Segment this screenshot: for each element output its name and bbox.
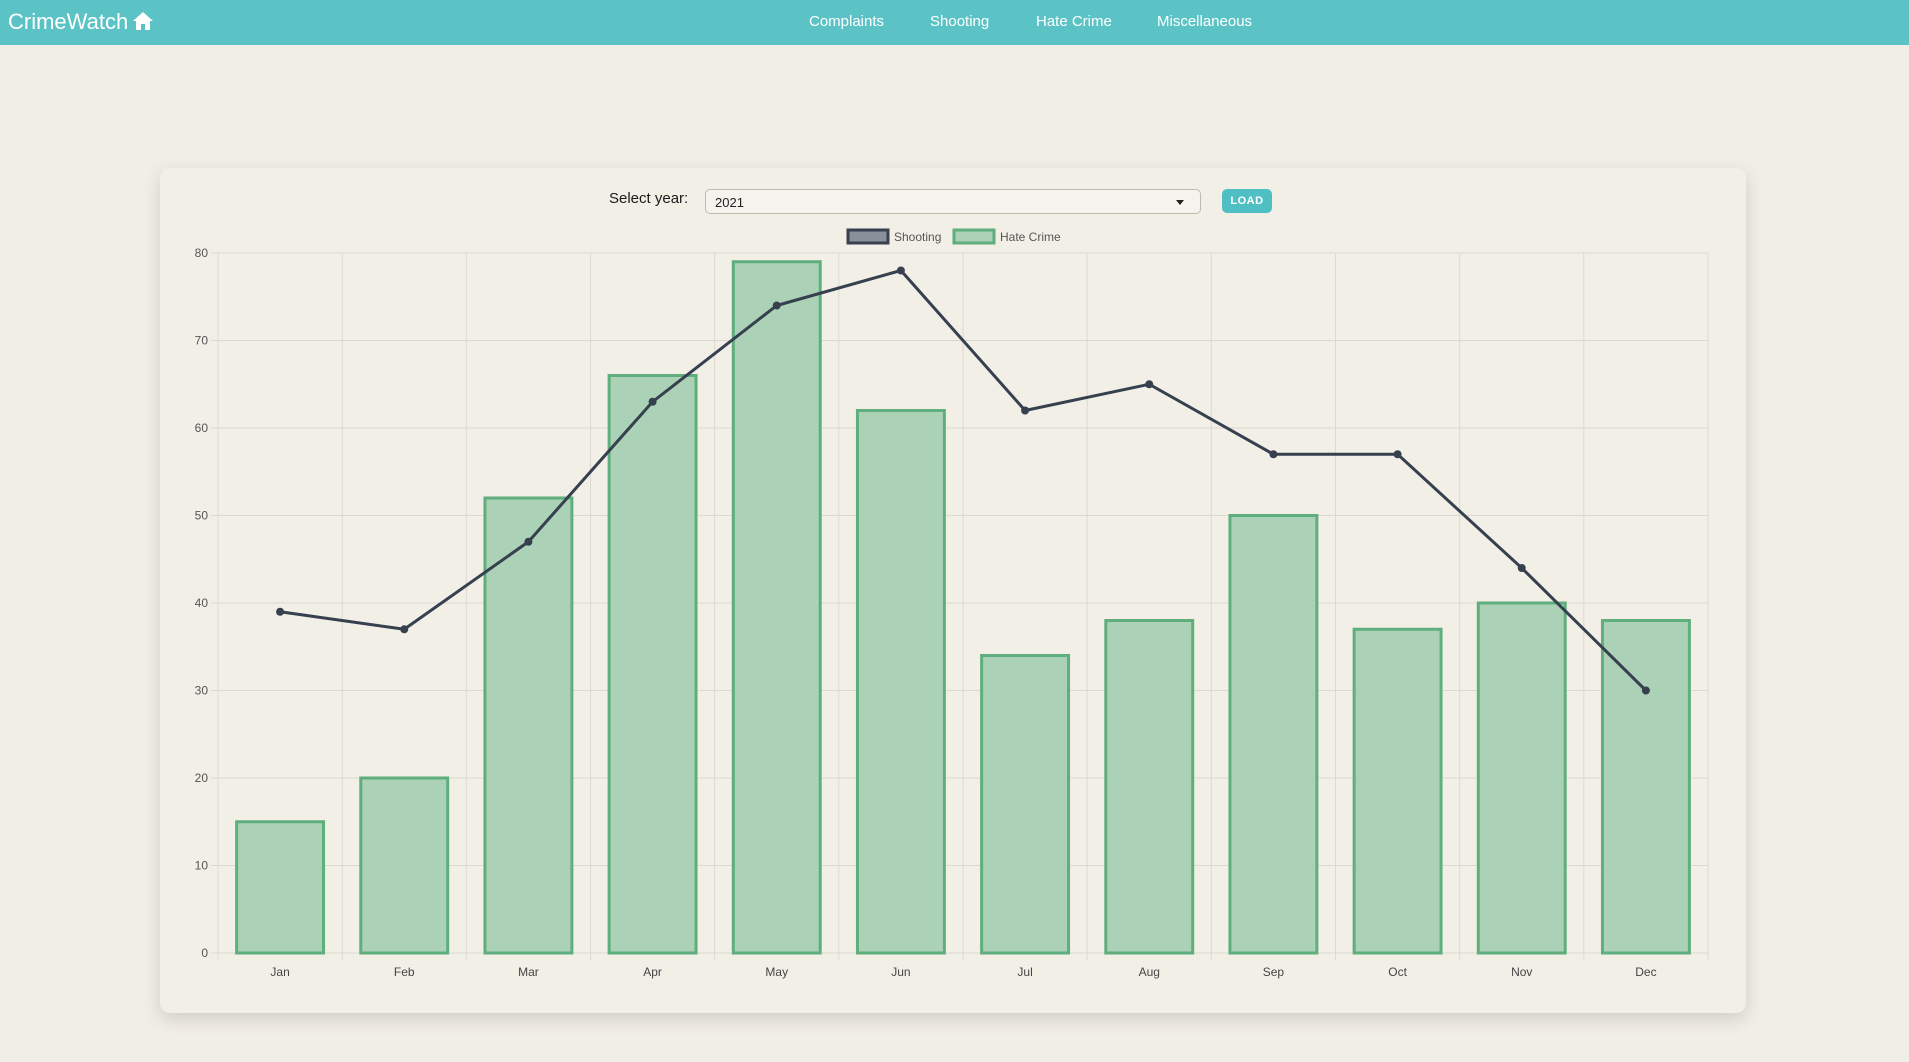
x-tick-label: Mar xyxy=(518,965,539,979)
point-shooting xyxy=(1393,450,1402,459)
x-tick-label: Nov xyxy=(1511,965,1532,979)
x-tick-label: Jul xyxy=(1017,965,1032,979)
bar-hate-crime xyxy=(1352,627,1443,955)
point-shooting xyxy=(1021,406,1030,415)
x-tick-label: May xyxy=(765,965,788,979)
x-tick-label: Oct xyxy=(1388,965,1407,979)
y-tick-label: 70 xyxy=(195,334,209,348)
legend-swatch-hate-crime xyxy=(952,228,996,245)
y-tick-label: 10 xyxy=(195,859,209,873)
legend-label-hate-crime: Hate Crime xyxy=(1000,230,1061,244)
bar-hate-crime xyxy=(1104,619,1195,955)
y-tick-label: 0 xyxy=(201,946,208,960)
x-tick-label: Jan xyxy=(270,965,289,979)
point-shooting xyxy=(1269,450,1278,459)
point-shooting xyxy=(1517,564,1526,572)
bar-hate-crime xyxy=(1228,514,1319,955)
bar-hate-crime xyxy=(731,260,822,955)
y-tick-label: 20 xyxy=(195,771,209,785)
point-shooting xyxy=(1145,380,1154,389)
point-shooting xyxy=(648,397,657,406)
point-shooting xyxy=(1641,686,1650,695)
x-tick-label: Feb xyxy=(394,965,415,979)
y-tick-label: 60 xyxy=(195,421,209,435)
bar-hate-crime xyxy=(1476,601,1567,955)
point-shooting xyxy=(896,266,905,275)
point-shooting xyxy=(400,625,409,634)
bar-hate-crime xyxy=(855,409,946,955)
y-tick-label: 50 xyxy=(195,509,209,523)
bar-hate-crime xyxy=(483,496,574,955)
x-tick-label: Apr xyxy=(643,965,662,979)
bar-hate-crime xyxy=(980,654,1071,955)
point-shooting xyxy=(524,537,533,546)
bar-hate-crime xyxy=(235,820,326,955)
legend: Shooting Hate Crime xyxy=(846,228,1061,245)
x-tick-label: Jun xyxy=(891,965,910,979)
point-shooting xyxy=(772,301,781,310)
y-tick-label: 40 xyxy=(195,596,209,610)
point-shooting xyxy=(276,607,285,616)
legend-swatch-shooting xyxy=(846,228,890,245)
bar-hate-crime xyxy=(1600,619,1691,955)
y-tick-label: 80 xyxy=(195,246,209,260)
x-tick-label: Aug xyxy=(1139,965,1160,979)
bar-hate-crime xyxy=(607,374,698,955)
legend-label-shooting: Shooting xyxy=(894,230,941,244)
bar-hate-crime xyxy=(359,776,450,955)
y-tick-label: 30 xyxy=(195,684,209,698)
combo-chart: 0 10 20 30 40 50 60 70 80 Jan Feb Mar Apr May Jun Jul Au… xyxy=(195,228,1709,979)
x-tick-label: Dec xyxy=(1635,965,1656,979)
x-tick-label: Sep xyxy=(1263,965,1285,979)
